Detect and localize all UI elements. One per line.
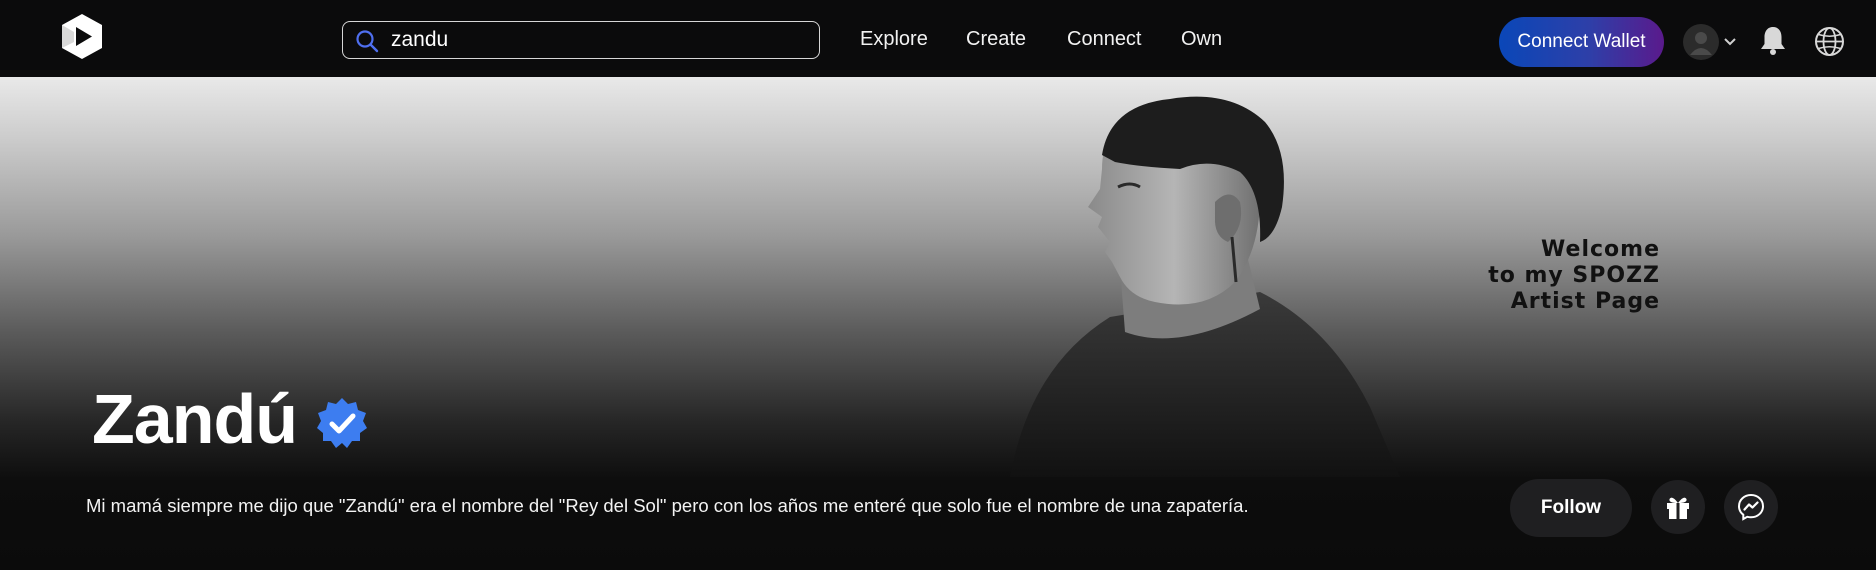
- globe-icon[interactable]: [1814, 26, 1845, 57]
- artist-portrait-image: [1010, 96, 1400, 477]
- artist-name: Zandú: [92, 380, 298, 458]
- bell-icon[interactable]: [1758, 24, 1788, 56]
- top-navigation-bar: Explore Create Connect Own Connect Walle…: [0, 0, 1876, 77]
- user-avatar-icon: [1690, 32, 1712, 55]
- verified-badge-icon: [317, 398, 367, 448]
- artist-bio: Mi mamá siempre me dijo que "Zandú" era …: [86, 495, 1249, 516]
- welcome-line: Artist Page: [1510, 289, 1660, 314]
- search-icon: [356, 30, 379, 53]
- user-menu-button[interactable]: [1683, 24, 1739, 60]
- nav-explore[interactable]: Explore: [860, 28, 928, 51]
- gift-icon: [1667, 497, 1689, 519]
- welcome-line: to my SPOZZ: [1488, 263, 1660, 288]
- nav-create[interactable]: Create: [966, 28, 1026, 51]
- welcome-line: Welcome: [1541, 237, 1660, 262]
- welcome-banner-text: Welcome to my SPOZZ Artist Page: [1420, 237, 1660, 315]
- spozz-logo-icon[interactable]: [60, 12, 104, 60]
- messenger-icon: [1737, 493, 1765, 521]
- search-input[interactable]: [391, 22, 801, 57]
- nav-own[interactable]: Own: [1181, 28, 1222, 51]
- message-button[interactable]: [1724, 480, 1778, 534]
- nav-connect[interactable]: Connect: [1067, 28, 1142, 51]
- search-box[interactable]: [342, 21, 820, 59]
- follow-button[interactable]: Follow: [1510, 479, 1632, 537]
- connect-wallet-button[interactable]: Connect Wallet: [1499, 17, 1664, 67]
- avatar: [1683, 24, 1719, 60]
- gift-button[interactable]: [1651, 480, 1705, 534]
- artist-banner: Welcome to my SPOZZ Artist Page Zandú Mi…: [0, 77, 1876, 570]
- chevron-down-icon: [1724, 38, 1736, 46]
